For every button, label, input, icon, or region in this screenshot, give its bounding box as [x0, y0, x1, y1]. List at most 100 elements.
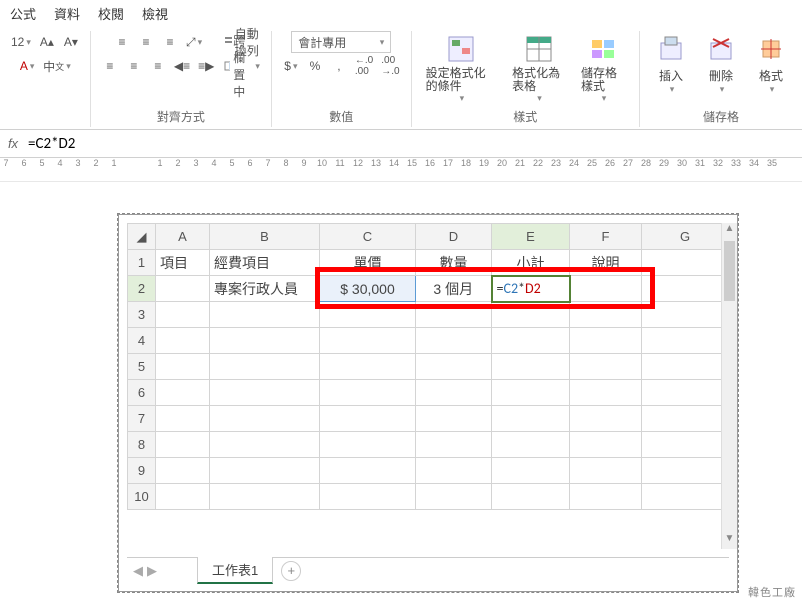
row-header[interactable]: 8 — [128, 432, 156, 458]
indent-increase-icon[interactable]: ≡▶ — [195, 55, 217, 77]
row-header[interactable]: 6 — [128, 380, 156, 406]
col-header-row: ◢ A B C D E F G — [128, 224, 729, 250]
table-row: 9 — [128, 458, 729, 484]
vertical-scrollbar[interactable]: ▲ ▼ — [721, 223, 737, 549]
format-as-table-button[interactable]: 格式化為表格▾ — [506, 31, 571, 106]
cell[interactable] — [156, 276, 210, 302]
cell[interactable]: 說明 — [570, 250, 642, 276]
scroll-down-icon[interactable]: ▼ — [722, 533, 737, 549]
currency-icon[interactable]: $▾ — [280, 55, 302, 77]
decrease-font-icon[interactable]: A▾ — [60, 31, 82, 53]
format-as-table-icon — [523, 33, 555, 65]
increase-font-icon[interactable]: A▴ — [36, 31, 58, 53]
cell[interactable] — [642, 250, 729, 276]
row-header[interactable]: 9 — [128, 458, 156, 484]
row-header[interactable]: 10 — [128, 484, 156, 510]
menu-view[interactable]: 檢視 — [142, 4, 168, 23]
align-top-icon[interactable]: ≡ — [111, 31, 133, 53]
cell[interactable] — [570, 276, 642, 302]
col-header[interactable]: E — [492, 224, 570, 250]
table-row: 7 — [128, 406, 729, 432]
align-middle-icon[interactable]: ≡ — [135, 31, 157, 53]
table-row: 5 — [128, 354, 729, 380]
page-frame: ◢ A B C D E F G 1 項目 經費項目 單價 數量 小計 說明 — [118, 214, 738, 592]
conditional-format-button[interactable]: 設定格式化的條件▾ — [420, 31, 502, 106]
fx-icon[interactable]: fx — [4, 136, 22, 151]
align-center-icon[interactable]: ≡ — [123, 55, 145, 77]
table-row: 10 — [128, 484, 729, 510]
conditional-format-icon — [445, 33, 477, 65]
cell-styles-button[interactable]: 儲存格樣式▾ — [575, 31, 631, 106]
align-right-icon[interactable]: ≡ — [147, 55, 169, 77]
percent-icon[interactable]: % — [304, 55, 326, 77]
menu-review[interactable]: 校閱 — [98, 4, 124, 23]
ribbon: 12▾ A▴ A▾ A▾ 中文▾ ≡ ≡ ≡ ⤢▾ — [0, 27, 802, 130]
select-all-corner[interactable]: ◢ — [128, 224, 156, 250]
cell[interactable] — [642, 276, 729, 302]
tab-nav-prev-icon[interactable]: ◀ — [133, 563, 143, 579]
ribbon-group-alignment: ≡ ≡ ≡ ⤢▾ ≡ ≡ ≡ ◀≡ ≡▶ 自動換列 — [91, 31, 272, 127]
delete-button[interactable]: 刪除▾ — [698, 31, 744, 97]
col-header[interactable]: D — [416, 224, 492, 250]
ribbon-group-number: 會計專用▾ $▾ % , ←.0.00 .00→.0 數值 — [272, 31, 412, 127]
cell[interactable]: 專案行政人員 — [210, 276, 320, 302]
alignment-group-label: 對齊方式 — [99, 108, 263, 125]
cell[interactable]: 經費項目 — [210, 250, 320, 276]
format-icon — [755, 33, 787, 65]
watermark: 韓色工廠 — [748, 584, 796, 600]
align-bottom-icon[interactable]: ≡ — [159, 31, 181, 53]
row-header[interactable]: 1 — [128, 250, 156, 276]
cell-styles-icon — [587, 33, 619, 65]
cell[interactable]: 項目 — [156, 250, 210, 276]
cell-c2[interactable]: $ 30,000 — [320, 276, 416, 302]
cell[interactable]: 小計 — [492, 250, 570, 276]
row-header[interactable]: 3 — [128, 302, 156, 328]
horizontal-ruler: 7654321123456789101112131415161718192021… — [0, 158, 802, 182]
scroll-up-icon[interactable]: ▲ — [722, 223, 737, 239]
menu-bar: 公式 資料 校閱 檢視 — [0, 0, 802, 27]
row-header[interactable]: 2 — [128, 276, 156, 302]
styles-group-label: 樣式 — [420, 108, 631, 125]
table-row: 4 — [128, 328, 729, 354]
col-header[interactable]: F — [570, 224, 642, 250]
cell-d2[interactable]: 3 個月 — [416, 276, 492, 302]
font-color-icon[interactable]: A▾ — [16, 55, 38, 77]
spreadsheet-grid[interactable]: ◢ A B C D E F G 1 項目 經費項目 單價 數量 小計 說明 — [127, 223, 729, 549]
merge-center-button[interactable]: 跨欄置中▾ — [221, 55, 263, 77]
row-header[interactable]: 4 — [128, 328, 156, 354]
scroll-thumb[interactable] — [724, 241, 735, 301]
phonetic-guide-icon[interactable]: 中文▾ — [40, 55, 74, 77]
align-left-icon[interactable]: ≡ — [99, 55, 121, 77]
add-sheet-icon[interactable]: + — [281, 561, 301, 581]
indent-decrease-icon[interactable]: ◀≡ — [171, 55, 193, 77]
menu-formulas[interactable]: 公式 — [10, 4, 36, 23]
number-format-select[interactable]: 會計專用▾ — [291, 31, 391, 53]
ribbon-group-font: 12▾ A▴ A▾ A▾ 中文▾ — [0, 31, 91, 127]
table-row: 6 — [128, 380, 729, 406]
font-size-select[interactable]: 12▾ — [8, 31, 34, 53]
decrease-decimal-icon[interactable]: .00→.0 — [378, 55, 402, 77]
col-header[interactable]: G — [642, 224, 729, 250]
page-area: ◢ A B C D E F G 1 項目 經費項目 單價 數量 小計 說明 — [0, 182, 802, 612]
format-button[interactable]: 格式▾ — [748, 31, 794, 97]
number-group-label: 數值 — [280, 108, 403, 125]
cell[interactable]: 單價 — [320, 250, 416, 276]
menu-data[interactable]: 資料 — [54, 4, 80, 23]
orientation-icon[interactable]: ⤢▾ — [183, 31, 205, 53]
col-header[interactable]: B — [210, 224, 320, 250]
increase-decimal-icon[interactable]: ←.0.00 — [352, 55, 376, 77]
tab-nav-next-icon[interactable]: ▶ — [147, 563, 157, 579]
sheet-tab[interactable]: 工作表1 — [197, 557, 273, 584]
cells-group-label: 儲存格 — [648, 108, 794, 125]
insert-icon — [655, 33, 687, 65]
formula-input[interactable] — [22, 133, 798, 155]
col-header[interactable]: A — [156, 224, 210, 250]
col-header[interactable]: C — [320, 224, 416, 250]
row-header[interactable]: 7 — [128, 406, 156, 432]
cell-e2-active[interactable]: =C2*D2 — [492, 276, 570, 302]
comma-icon[interactable]: , — [328, 55, 350, 77]
cell[interactable]: 數量 — [416, 250, 492, 276]
insert-button[interactable]: 插入▾ — [648, 31, 694, 97]
sheet-tabs: ◀ ▶ 工作表1 + — [127, 557, 729, 583]
row-header[interactable]: 5 — [128, 354, 156, 380]
